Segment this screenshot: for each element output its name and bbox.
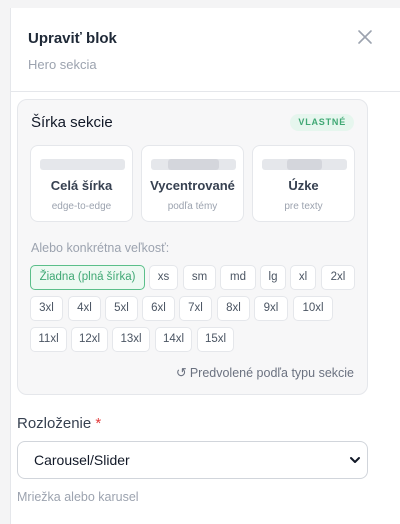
width-option-centered[interactable]: Vycentrované podľa témy [141,145,244,222]
size-chip-4xl[interactable]: 4xl [68,296,101,321]
size-chip-7xl[interactable]: 7xl [179,296,212,321]
width-option-hint: edge-to-edge [51,201,112,212]
reset-default-button[interactable]: ↺ Predvolené podľa typu sekcie [176,365,354,381]
centered-preview-fill [168,159,219,170]
layout-select-value: Carousel/Slider [34,452,130,468]
layout-select[interactable]: Carousel/Slider [17,441,368,479]
chevron-down-icon [350,457,360,463]
layout-label: Rozloženie * [17,415,101,432]
size-chip-lg[interactable]: lg [260,265,286,290]
close-icon [358,30,372,44]
size-chip-14xl[interactable]: 14xl [155,327,192,352]
required-mark: * [95,415,102,432]
size-chip-5xl[interactable]: 5xl [105,296,138,321]
panel-subtitle: Hero sekcia [28,57,97,72]
close-button[interactable] [355,27,375,47]
width-option-narrow[interactable]: Úzke pre texty [252,145,355,222]
size-chip-6xl[interactable]: 6xl [142,296,175,321]
size-chip-15xl[interactable]: 15xl [197,327,234,352]
size-chip-2xl[interactable]: 2xl [321,265,355,290]
reset-label: Predvolené podľa typu sekcie [189,366,354,380]
size-chip-8xl[interactable]: 8xl [217,296,250,321]
size-chip-sm[interactable]: sm [183,265,216,290]
section-width-card: Šírka sekcie VLASTNÉ Celá šírka edge-to-… [17,99,368,395]
layout-label-text: Rozloženie [17,415,92,432]
width-option-full[interactable]: Celá šírka edge-to-edge [30,145,133,222]
rotate-ccw-icon: ↺ [175,365,187,380]
panel-header: Upraviť blok Hero sekcia [11,8,400,92]
size-chip-md[interactable]: md [220,265,256,290]
size-chip-10xl[interactable]: 10xl [293,296,333,321]
size-chip-13xl[interactable]: 13xl [112,327,150,352]
panel-title: Upraviť blok [28,30,117,47]
narrow-preview-fill [287,159,322,170]
size-chip-none[interactable]: Žiadna (plná šírka) [30,265,145,290]
size-chip-9xl[interactable]: 9xl [254,296,288,321]
section-width-title: Šírka sekcie [31,114,113,131]
custom-badge: VLASTNÉ [290,114,354,131]
width-option-name: Vycentrované [150,178,235,193]
width-option-name: Celá šírka [50,178,113,193]
size-chip-11xl[interactable]: 11xl [30,327,67,352]
full-width-preview [40,159,125,170]
size-chip-xl[interactable]: xl [290,265,316,290]
layout-help-text: Mriežka alebo karusel [17,490,139,504]
width-option-name: Úzke [288,178,319,193]
width-option-hint: podľa témy [167,201,218,212]
size-chip-12xl[interactable]: 12xl [71,327,108,352]
size-chip-xs[interactable]: xs [149,265,178,290]
width-option-hint: pre texty [284,201,323,212]
specific-size-label: Alebo konkrétna veľkosť: [31,241,170,255]
size-chip-3xl[interactable]: 3xl [30,296,63,321]
